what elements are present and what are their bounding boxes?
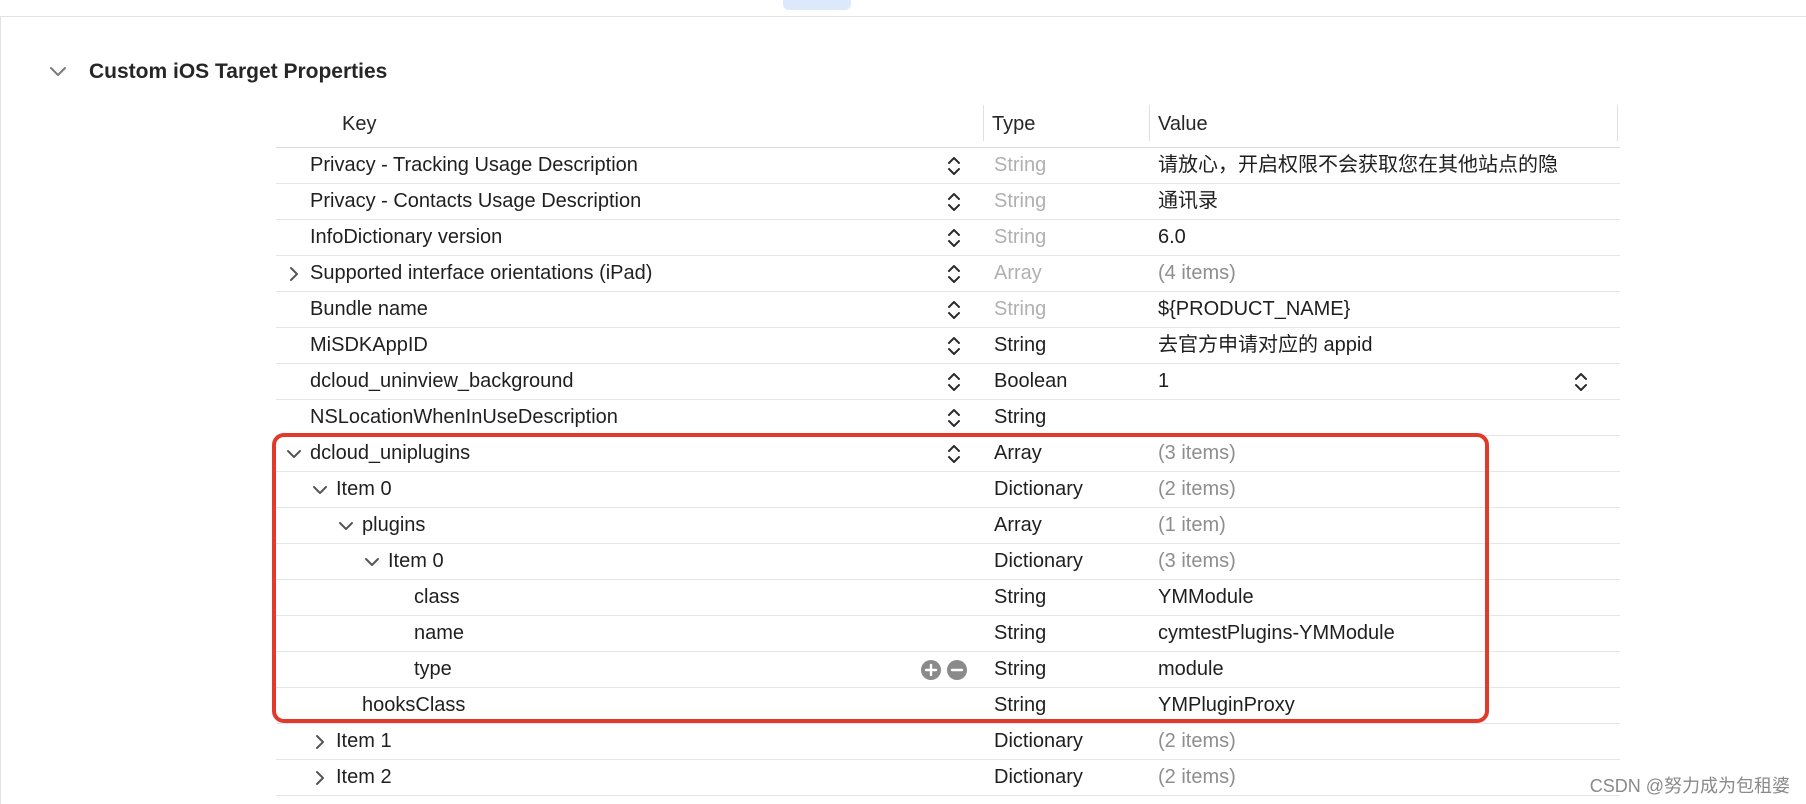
type-cell[interactable]: Dictionary xyxy=(994,724,1083,759)
key-cell[interactable]: Supported interface orientations (iPad) xyxy=(310,256,652,291)
type-cell[interactable]: String xyxy=(994,328,1046,363)
selected-tab[interactable] xyxy=(783,0,851,10)
key-popup-stepper-icon[interactable] xyxy=(943,256,965,291)
column-divider[interactable] xyxy=(983,105,984,141)
key-cell[interactable]: Bundle name xyxy=(310,292,428,327)
top-tab-strip xyxy=(0,0,1806,17)
table-row[interactable]: InfoDictionary version String 6.0 xyxy=(276,220,1620,256)
table-row[interactable]: Supported interface orientations (iPad) A… xyxy=(276,256,1620,292)
value-popup-stepper-icon[interactable] xyxy=(1570,364,1592,399)
value-cell[interactable]: 1 xyxy=(1158,364,1613,399)
column-divider[interactable] xyxy=(1617,105,1618,141)
type-cell[interactable]: String xyxy=(994,184,1046,219)
key-popup-stepper-icon[interactable] xyxy=(943,400,965,435)
table-row[interactable]: Item 1 Dictionary (2 items) xyxy=(276,724,1620,760)
key-cell[interactable]: Privacy - Tracking Usage Description xyxy=(310,148,638,183)
value-cell[interactable]: ${PRODUCT_NAME} xyxy=(1158,292,1613,327)
value-cell[interactable]: 6.0 xyxy=(1158,220,1613,255)
key-cell[interactable]: dcloud_uninview_background xyxy=(310,364,574,399)
column-header-type[interactable]: Type xyxy=(992,101,1035,147)
section-header[interactable]: Custom iOS Target Properties xyxy=(47,55,387,89)
key-cell[interactable]: Privacy - Contacts Usage Description xyxy=(310,184,641,219)
table-header: Key Type Value xyxy=(276,101,1620,148)
value-cell[interactable]: (2 items) xyxy=(1158,760,1613,795)
key-popup-stepper-icon[interactable] xyxy=(943,220,965,255)
chevron-down-icon[interactable] xyxy=(47,61,69,83)
value-cell[interactable]: (4 items) xyxy=(1158,256,1613,291)
type-cell[interactable]: String xyxy=(994,292,1046,327)
chevron-right-icon[interactable] xyxy=(310,724,330,759)
table-row[interactable]: Bundle name String ${PRODUCT_NAME} xyxy=(276,292,1620,328)
table-row[interactable]: NSLocationWhenInUseDescription String xyxy=(276,400,1620,436)
table-row[interactable]: Privacy - Tracking Usage Description Stri… xyxy=(276,148,1620,184)
value-cell[interactable]: 去官方申请对应的 appid xyxy=(1158,328,1613,363)
column-divider[interactable] xyxy=(1149,105,1150,141)
column-header-value[interactable]: Value xyxy=(1158,101,1208,147)
value-cell[interactable]: 请放心，开启权限不会获取您在其他站点的隐 xyxy=(1158,148,1613,183)
key-popup-stepper-icon[interactable] xyxy=(943,364,965,399)
watermark: CSDN @努力成为包租婆 xyxy=(1589,776,1790,796)
table-row[interactable]: Item 2 Dictionary (2 items) xyxy=(276,760,1620,796)
value-cell[interactable]: 通讯录 xyxy=(1158,184,1613,219)
key-popup-stepper-icon[interactable] xyxy=(943,148,965,183)
key-cell[interactable]: MiSDKAppID xyxy=(310,328,428,363)
table-row[interactable]: Privacy - Contacts Usage Description Stri… xyxy=(276,184,1620,220)
key-cell[interactable]: NSLocationWhenInUseDescription xyxy=(310,400,618,435)
column-header-key[interactable]: Key xyxy=(342,101,376,147)
type-cell[interactable]: String xyxy=(994,148,1046,183)
key-cell[interactable]: Item 1 xyxy=(336,724,392,759)
type-cell[interactable]: Boolean xyxy=(994,364,1067,399)
key-cell[interactable]: Item 2 xyxy=(336,760,392,795)
highlight-annotation xyxy=(272,433,1489,723)
key-popup-stepper-icon[interactable] xyxy=(943,184,965,219)
type-cell[interactable]: String xyxy=(994,220,1046,255)
key-popup-stepper-icon[interactable] xyxy=(943,328,965,363)
type-cell[interactable]: Dictionary xyxy=(994,760,1083,795)
type-cell[interactable]: Array xyxy=(994,256,1042,291)
value-cell[interactable]: (2 items) xyxy=(1158,724,1613,759)
key-popup-stepper-icon[interactable] xyxy=(943,292,965,327)
section-title: Custom iOS Target Properties xyxy=(89,60,388,83)
chevron-right-icon[interactable] xyxy=(310,760,330,795)
value-cell[interactable] xyxy=(1158,400,1613,435)
type-cell[interactable]: String xyxy=(994,400,1046,435)
table-row[interactable]: dcloud_uninview_background Boolean 1 xyxy=(276,364,1620,400)
table-row[interactable]: MiSDKAppID String 去官方申请对应的 appid xyxy=(276,328,1620,364)
chevron-right-icon[interactable] xyxy=(284,256,304,291)
key-cell[interactable]: InfoDictionary version xyxy=(310,220,502,255)
